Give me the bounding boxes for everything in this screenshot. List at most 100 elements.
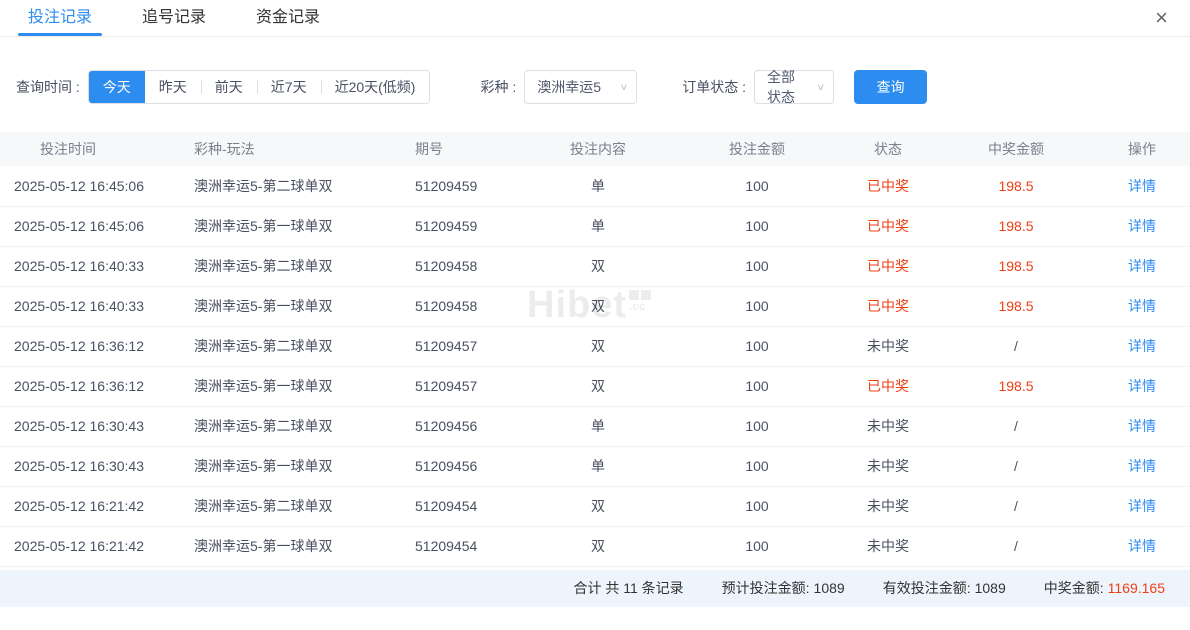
detail-link[interactable]: 详情 [1128, 178, 1156, 194]
tab-bet-records[interactable]: 投注记录 [28, 0, 92, 36]
time-range-option[interactable]: 前天 [201, 70, 257, 104]
detail-link[interactable]: 详情 [1128, 298, 1156, 314]
detail-link[interactable]: 详情 [1128, 258, 1156, 274]
win-amount-value: 1169.165 [1108, 580, 1165, 596]
tab-fund-records[interactable]: 资金记录 [256, 0, 320, 36]
cell-game: 澳洲幸运5-第二球单双 [185, 166, 405, 206]
cell-content: 双 [520, 286, 676, 326]
tab-chase-records[interactable]: 追号记录 [142, 0, 206, 36]
cell-game: 澳洲幸运5-第二球单双 [185, 406, 405, 446]
close-icon[interactable]: × [1149, 4, 1174, 32]
cell-content: 单 [520, 406, 676, 446]
cell-issue: 51209459 [405, 166, 520, 206]
detail-link[interactable]: 详情 [1128, 378, 1156, 394]
cell-action: 详情 [1094, 486, 1190, 526]
summary-bar: 合计 共 11 条记录 预计投注金额:1089 有效投注金额:1089 中奖金额… [0, 570, 1190, 607]
cell-game: 澳洲幸运5-第二球单双 [185, 246, 405, 286]
cell-game: 澳洲幸运5-第二球单双 [185, 486, 405, 526]
table-row: 2025-05-12 16:21:42澳洲幸运5-第二球单双51209454双1… [0, 486, 1190, 526]
cell-issue: 51209457 [405, 366, 520, 406]
expected-bet-label: 预计投注金额: [722, 580, 810, 596]
table-row: 2025-05-12 16:40:33澳洲幸运5-第一球单双51209458双1… [0, 286, 1190, 326]
filter-bar: 查询时间 : 今天昨天前天近7天近20天(低频) 彩种 : 澳洲幸运5 ∨ 订单… [0, 70, 1190, 104]
table-header: 投注时间彩种-玩法期号投注内容投注金额状态中奖金额操作 [0, 132, 1190, 166]
search-button[interactable]: 查询 [854, 70, 927, 104]
cell-time: 2025-05-12 16:40:33 [0, 286, 185, 326]
lottery-type-label: 彩种 : [480, 77, 516, 97]
column-header: 操作 [1094, 132, 1190, 166]
record-count: 合计 共 11 条记录 [573, 578, 683, 598]
cell-time: 2025-05-12 16:36:12 [0, 366, 185, 406]
bet-records-table: 投注时间彩种-玩法期号投注内容投注金额状态中奖金额操作 2025-05-12 1… [0, 132, 1190, 567]
valid-bet-label: 有效投注金额: [883, 580, 971, 596]
time-range-option[interactable]: 近20天(低频) [321, 70, 430, 104]
cell-issue: 51209458 [405, 286, 520, 326]
bet-records-dialog: 投注记录 追号记录 资金记录 × 查询时间 : 今天昨天前天近7天近20天(低频… [0, 0, 1190, 630]
cell-prize: 198.5 [938, 366, 1094, 406]
cell-prize: 198.5 [938, 286, 1094, 326]
order-status-value: 全部状态 [767, 67, 806, 107]
expected-bet-amount: 预计投注金额:1089 [722, 578, 845, 598]
time-range-option[interactable]: 今天 [89, 70, 145, 104]
cell-status: 未中奖 [838, 486, 938, 526]
cell-amount: 100 [676, 206, 838, 246]
cell-time: 2025-05-12 16:21:42 [0, 526, 185, 566]
cell-time: 2025-05-12 16:30:43 [0, 406, 185, 446]
cell-action: 详情 [1094, 366, 1190, 406]
order-status-select[interactable]: 全部状态 ∨ [754, 70, 834, 104]
cell-prize: / [938, 446, 1094, 486]
time-range-option[interactable]: 昨天 [145, 70, 201, 104]
valid-bet-amount: 有效投注金额:1089 [883, 578, 1006, 598]
cell-game: 澳洲幸运5-第一球单双 [185, 286, 405, 326]
cell-amount: 100 [676, 326, 838, 366]
cell-amount: 100 [676, 286, 838, 326]
detail-link[interactable]: 详情 [1128, 338, 1156, 354]
cell-game: 澳洲幸运5-第一球单双 [185, 206, 405, 246]
win-amount: 中奖金额:1169.165 [1044, 578, 1165, 598]
detail-link[interactable]: 详情 [1128, 538, 1156, 554]
expected-bet-value: 1089 [814, 580, 845, 596]
cell-time: 2025-05-12 16:36:12 [0, 326, 185, 366]
table-header-row: 投注时间彩种-玩法期号投注内容投注金额状态中奖金额操作 [0, 132, 1190, 166]
tabs-bar: 投注记录 追号记录 资金记录 × [0, 0, 1190, 37]
cell-content: 单 [520, 206, 676, 246]
cell-issue: 51209459 [405, 206, 520, 246]
table-row: 2025-05-12 16:30:43澳洲幸运5-第二球单双51209456单1… [0, 406, 1190, 446]
cell-prize: 198.5 [938, 206, 1094, 246]
table-row: 2025-05-12 16:30:43澳洲幸运5-第一球单双51209456单1… [0, 446, 1190, 486]
cell-status: 未中奖 [838, 526, 938, 566]
cell-content: 双 [520, 246, 676, 286]
order-status-label: 订单状态 : [682, 77, 746, 97]
cell-prize: 198.5 [938, 246, 1094, 286]
column-header: 中奖金额 [938, 132, 1094, 166]
cell-action: 详情 [1094, 406, 1190, 446]
cell-status: 未中奖 [838, 446, 938, 486]
detail-link[interactable]: 详情 [1128, 458, 1156, 474]
chevron-down-icon: ∨ [619, 81, 628, 92]
cell-amount: 100 [676, 406, 838, 446]
detail-link[interactable]: 详情 [1128, 498, 1156, 514]
column-header: 期号 [405, 132, 520, 166]
column-header: 投注金额 [676, 132, 838, 166]
cell-amount: 100 [676, 166, 838, 206]
lottery-type-select[interactable]: 澳洲幸运5 ∨ [524, 70, 637, 104]
cell-content: 双 [520, 326, 676, 366]
table-row: 2025-05-12 16:45:06澳洲幸运5-第二球单双51209459单1… [0, 166, 1190, 206]
chevron-down-icon: ∨ [816, 81, 825, 92]
table-row: 2025-05-12 16:45:06澳洲幸运5-第一球单双51209459单1… [0, 206, 1190, 246]
cell-issue: 51209454 [405, 486, 520, 526]
cell-issue: 51209454 [405, 526, 520, 566]
cell-prize: / [938, 406, 1094, 446]
win-amount-label: 中奖金额: [1044, 580, 1104, 596]
detail-link[interactable]: 详情 [1128, 418, 1156, 434]
cell-issue: 51209458 [405, 246, 520, 286]
cell-action: 详情 [1094, 446, 1190, 486]
cell-status: 已中奖 [838, 286, 938, 326]
column-header: 投注内容 [520, 132, 676, 166]
cell-game: 澳洲幸运5-第一球单双 [185, 526, 405, 566]
column-header: 彩种-玩法 [185, 132, 405, 166]
time-range-option[interactable]: 近7天 [257, 70, 321, 104]
detail-link[interactable]: 详情 [1128, 218, 1156, 234]
cell-content: 单 [520, 446, 676, 486]
table-row: 2025-05-12 16:40:33澳洲幸运5-第二球单双51209458双1… [0, 246, 1190, 286]
